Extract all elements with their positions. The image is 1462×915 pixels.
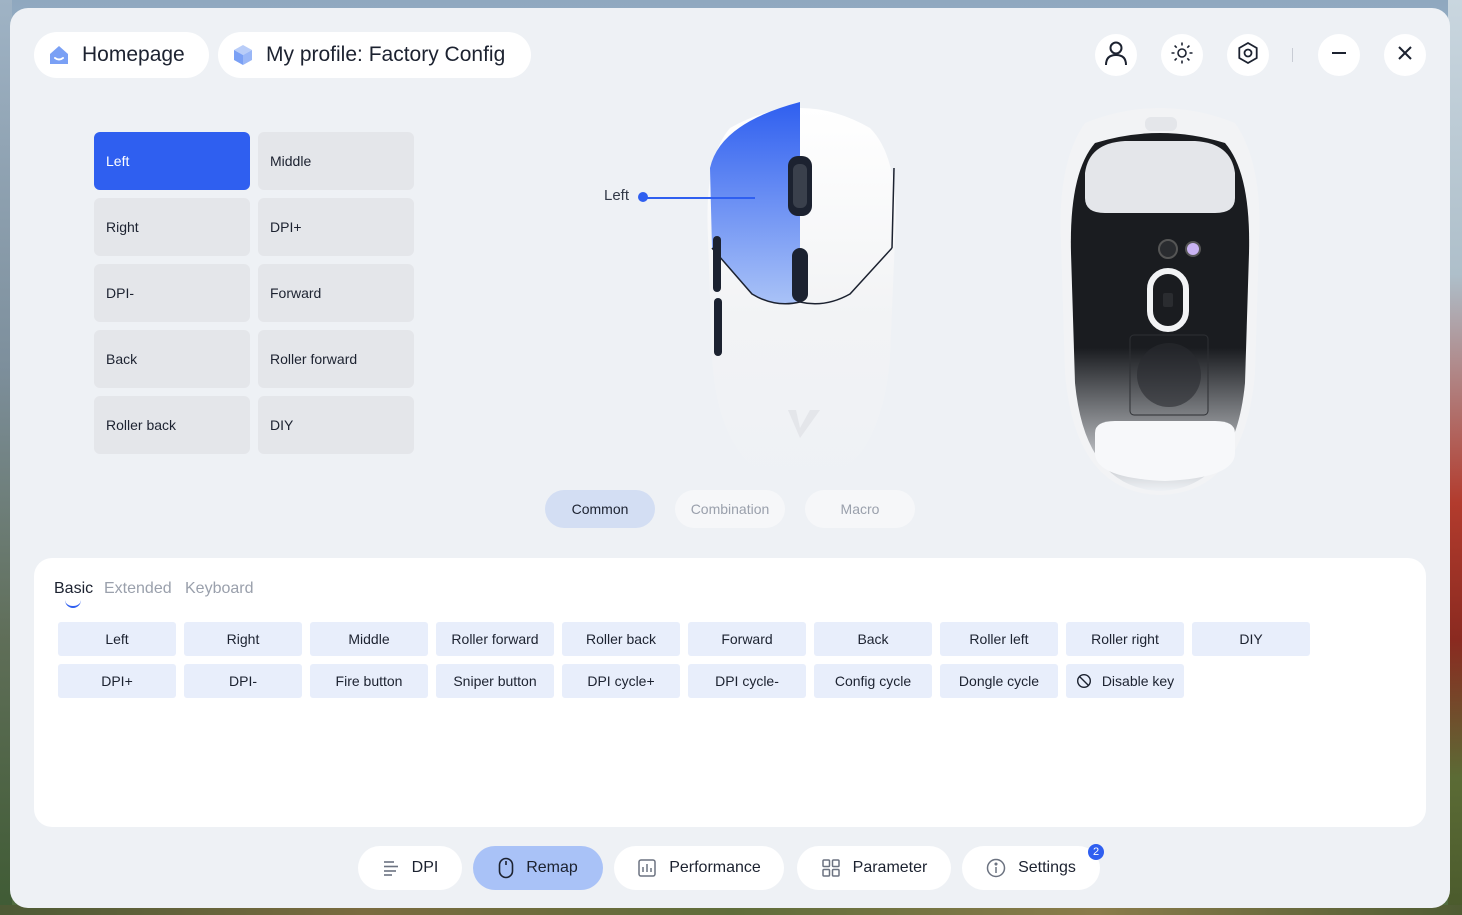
selected-button-label: Left <box>604 187 630 204</box>
key-middle[interactable]: Middle <box>310 622 428 656</box>
nav-settings-label: Settings <box>1018 859 1076 876</box>
key-config-cycle[interactable]: Config cycle <box>814 664 932 698</box>
key-roller-left[interactable]: Roller left <box>940 622 1058 656</box>
mouse-button-right[interactable]: Right <box>94 198 250 256</box>
key-disable[interactable]: Disable key <box>1066 664 1184 698</box>
settings-notification-badge: 2 <box>1088 844 1104 860</box>
bottom-glide-feet <box>1095 421 1235 481</box>
key-dpi-minus[interactable]: DPI- <box>184 664 302 698</box>
subtab-basic[interactable]: Basic <box>54 580 93 598</box>
key-right[interactable]: Right <box>184 622 302 656</box>
home-icon <box>46 42 72 68</box>
key-diy[interactable]: DIY <box>1192 622 1310 656</box>
minimize-icon <box>1330 44 1348 67</box>
key-roller-right[interactable]: Roller right <box>1066 622 1184 656</box>
grid-button-label: Middle <box>270 153 312 169</box>
key-dpi-plus[interactable]: DPI+ <box>58 664 176 698</box>
key-dpi-cycle-plus[interactable]: DPI cycle+ <box>562 664 680 698</box>
grid-button-label: DPI+ <box>270 219 302 235</box>
desktop-background-right <box>1448 0 1462 915</box>
minimize-button[interactable] <box>1318 34 1360 76</box>
grid-button-label: DPI- <box>106 285 134 301</box>
disable-icon <box>1076 673 1092 689</box>
dpi-icon <box>382 859 400 877</box>
mouse-bottom-view <box>1060 108 1260 495</box>
mouse-button-dpi-minus[interactable]: DPI- <box>94 264 250 322</box>
brightness-button[interactable] <box>1161 34 1203 76</box>
nav-remap[interactable]: Remap <box>473 846 603 890</box>
grid-button-label: Roller back <box>106 417 177 433</box>
mouse-button-dpi-plus[interactable]: DPI+ <box>258 198 414 256</box>
nav-dpi[interactable]: DPI <box>358 846 462 890</box>
mouse-button-forward[interactable]: Forward <box>258 264 414 322</box>
mouse-button-middle[interactable]: Middle <box>258 132 414 190</box>
cube-icon <box>230 42 256 68</box>
homepage-label: Homepage <box>82 43 185 66</box>
hexagon-gear-icon <box>1236 41 1260 70</box>
key-roller-forward[interactable]: Roller forward <box>436 622 554 656</box>
close-button[interactable] <box>1384 34 1426 76</box>
nav-dpi-label: DPI <box>411 859 439 876</box>
key-left[interactable]: Left <box>58 622 176 656</box>
profile-label: My profile: Factory Config <box>266 43 506 66</box>
homepage-button[interactable]: Homepage <box>34 32 209 78</box>
mouse-button-back[interactable]: Back <box>94 330 250 388</box>
mouse-button-diy[interactable]: DIY <box>258 396 414 454</box>
mouse-icon <box>498 857 514 879</box>
key-forward[interactable]: Forward <box>688 622 806 656</box>
grid-button-label: Forward <box>270 285 322 301</box>
key-sniper-button[interactable]: Sniper button <box>436 664 554 698</box>
mouse-top-view <box>707 102 896 488</box>
user-icon <box>1104 40 1128 71</box>
key-dpi-cycle-minus[interactable]: DPI cycle- <box>688 664 806 698</box>
key-roller-back[interactable]: Roller back <box>562 622 680 656</box>
tab-combination[interactable]: Combination <box>675 490 785 528</box>
dpi-button[interactable] <box>792 248 808 302</box>
grid-button-label: Back <box>106 351 138 367</box>
key-disable-label: Disable key <box>1101 673 1175 689</box>
nav-parameter-label: Parameter <box>852 859 928 876</box>
nav-remap-label: Remap <box>526 859 578 876</box>
nav-settings[interactable]: Settings <box>962 846 1100 890</box>
power-switch <box>1158 239 1178 259</box>
profile-button[interactable]: My profile: Factory Config <box>218 32 531 78</box>
subtab-extended[interactable]: Extended <box>104 580 172 598</box>
key-fire-button[interactable]: Fire button <box>310 664 428 698</box>
device-settings-button[interactable] <box>1227 34 1269 76</box>
side-button-forward[interactable] <box>713 236 721 292</box>
nav-performance-label: Performance <box>669 859 761 876</box>
info-icon <box>986 858 1006 878</box>
nav-performance[interactable]: Performance <box>614 846 784 890</box>
grid-button-label: DIY <box>270 417 294 433</box>
close-icon <box>1396 44 1414 67</box>
tab-common[interactable]: Common <box>545 490 655 528</box>
status-led <box>1185 241 1201 257</box>
mouse-button-roller-back[interactable]: Roller back <box>94 396 250 454</box>
nav-parameter[interactable]: Parameter <box>797 846 951 890</box>
top-glide-feet <box>1085 141 1235 213</box>
grid-button-label: Right <box>106 219 139 235</box>
key-back[interactable]: Back <box>814 622 932 656</box>
leader-line <box>643 197 755 199</box>
user-button[interactable] <box>1095 34 1137 76</box>
app-window: Homepage My profile: Factory Config Left… <box>10 8 1450 908</box>
tab-macro[interactable]: Macro <box>805 490 915 528</box>
header-divider <box>1292 48 1293 62</box>
grid-button-label: Left <box>106 153 130 169</box>
function-panel: Basic Extended Keyboard Left Right Middl… <box>34 558 1426 827</box>
sun-icon <box>1170 41 1194 70</box>
subtab-active-indicator <box>65 600 81 608</box>
mouse-button-roller-forward[interactable]: Roller forward <box>258 330 414 388</box>
grid-button-label: Roller forward <box>270 351 358 367</box>
mouse-button-left[interactable]: Left <box>94 132 250 190</box>
chart-icon <box>637 858 657 878</box>
key-dongle-cycle[interactable]: Dongle cycle <box>940 664 1058 698</box>
subtab-keyboard[interactable]: Keyboard <box>185 580 254 598</box>
side-button-back[interactable] <box>714 298 722 356</box>
grid-icon <box>821 858 841 878</box>
